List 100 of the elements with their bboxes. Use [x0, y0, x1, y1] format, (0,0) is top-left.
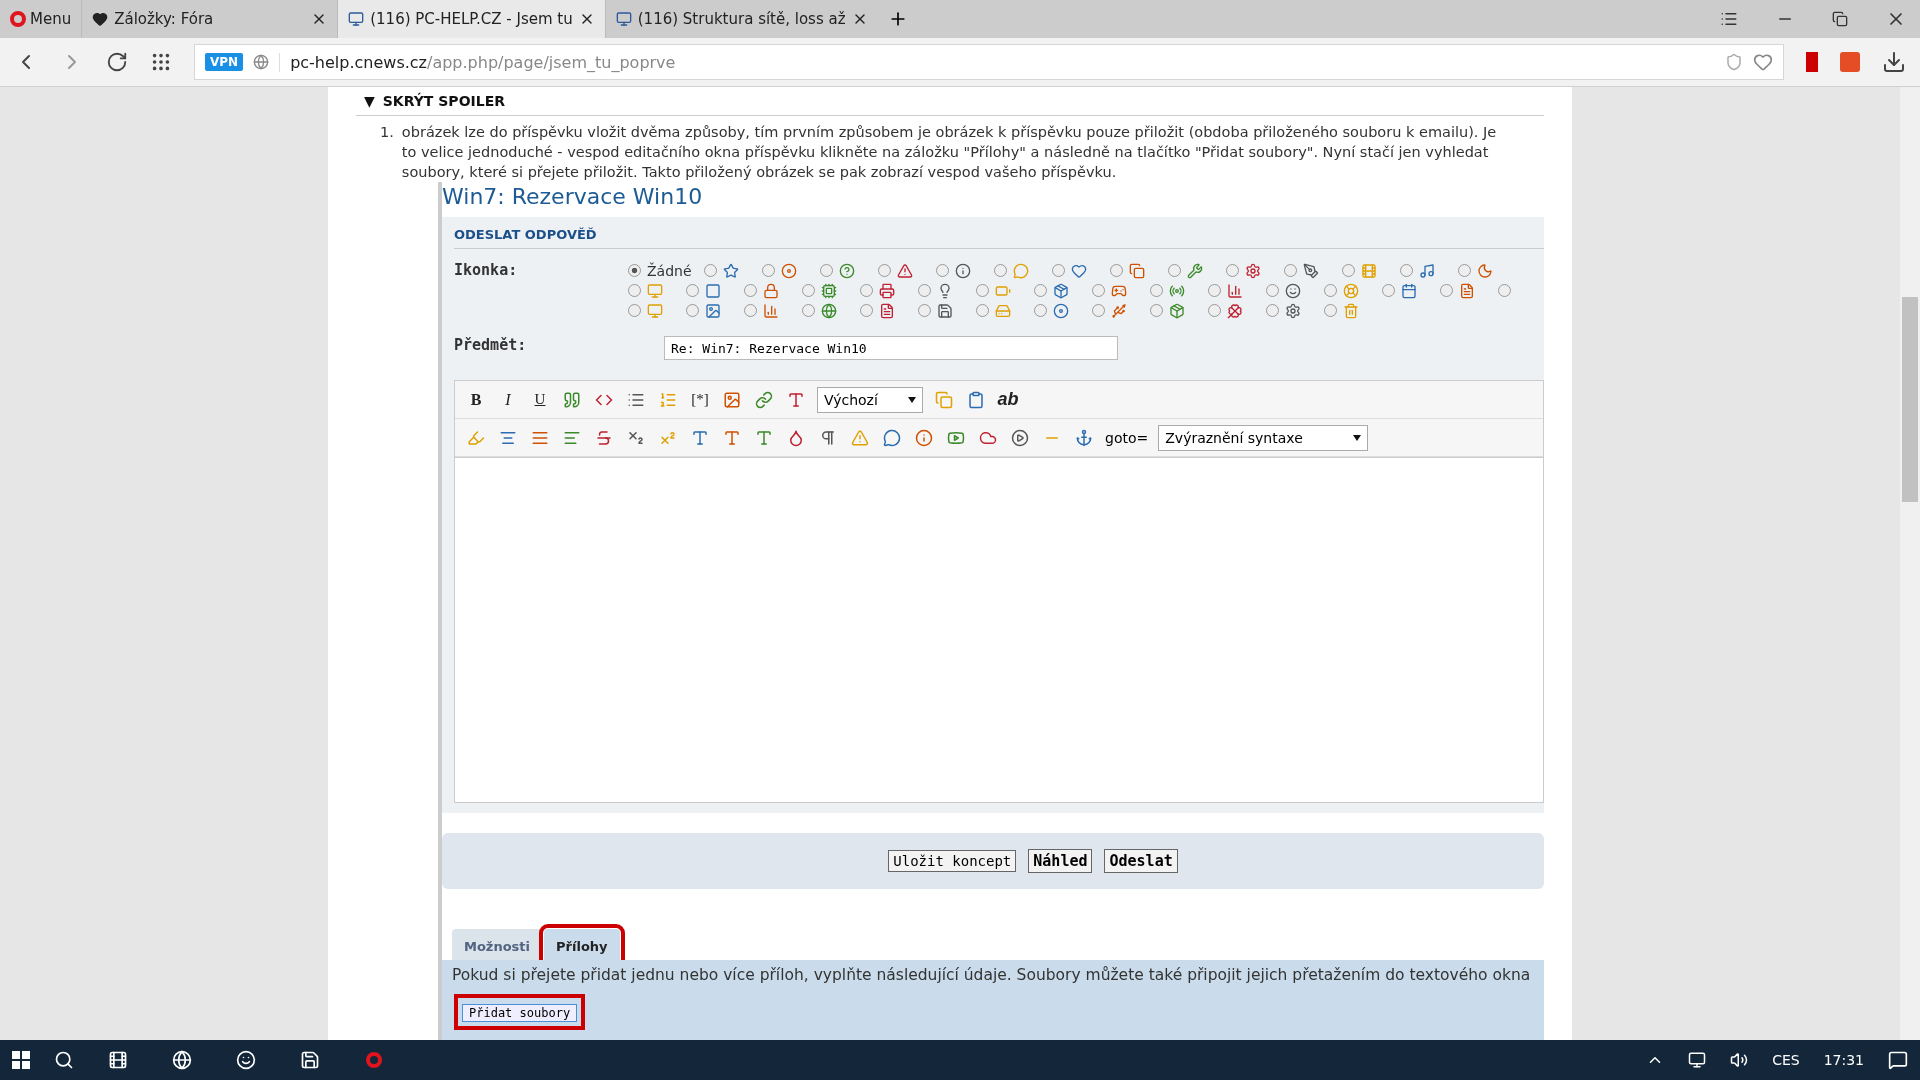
format-button[interactable]: U: [529, 388, 551, 411]
browser-icon[interactable]: [366, 1052, 382, 1068]
radio-button[interactable]: [761, 264, 775, 277]
radio-button[interactable]: [1266, 304, 1279, 317]
restore-icon[interactable]: [1832, 11, 1848, 27]
emoticon-icon: [896, 262, 913, 279]
radio-button[interactable]: [802, 304, 815, 317]
submit-button[interactable]: Uložit koncept: [888, 850, 1017, 872]
dropdown[interactable]: Výchozí: [817, 386, 923, 413]
shield-icon[interactable]: [1725, 53, 1743, 71]
radio-button[interactable]: [1092, 284, 1105, 297]
windows-logo-icon[interactable]: [12, 1051, 30, 1069]
html5-icon[interactable]: [1840, 52, 1860, 72]
emoticon-icon: [1343, 302, 1359, 319]
radio-button[interactable]: [1341, 264, 1355, 277]
monitor-icon: [615, 11, 632, 27]
submit-button[interactable]: Odeslat: [1104, 849, 1178, 873]
radio-button[interactable]: [1440, 284, 1453, 297]
radio-button[interactable]: [1324, 304, 1337, 317]
volume-icon[interactable]: [1730, 1051, 1749, 1069]
emoticon-icon: [954, 262, 971, 279]
app-icon[interactable]: [300, 1050, 320, 1070]
network-icon[interactable]: [1688, 1051, 1707, 1069]
emoticon-icon: [879, 302, 895, 319]
radio-button[interactable]: [1208, 304, 1221, 317]
radio-button[interactable]: [860, 304, 873, 317]
emoticon-icon: [1053, 302, 1069, 319]
radio-button[interactable]: [1266, 284, 1279, 297]
toggle-arrow[interactable]: ▼: [364, 93, 375, 109]
emoticon-icon: [838, 262, 855, 279]
radio-button[interactable]: [1167, 264, 1181, 277]
radio-button[interactable]: [703, 264, 717, 277]
browser-tab[interactable]: (116) PC-HELP.CZ - Jsem tu: [337, 0, 605, 38]
app-icon[interactable]: [108, 1050, 128, 1070]
radio-button[interactable]: [686, 304, 699, 317]
emoticon-icon: [821, 282, 837, 299]
dropdown[interactable]: Zvýraznění syntaxe: [1158, 424, 1369, 451]
grid-icon[interactable]: [150, 51, 172, 73]
format-button[interactable]: [*]: [689, 388, 711, 411]
radio-button[interactable]: [993, 264, 1007, 277]
reload-icon[interactable]: [106, 51, 128, 73]
heart-icon[interactable]: [1753, 52, 1773, 72]
menu-button[interactable]: Menu: [0, 0, 82, 38]
scrollbar[interactable]: [1900, 87, 1920, 1040]
radio-button[interactable]: [935, 264, 949, 277]
emoticon-icon: [1128, 262, 1145, 279]
radio-button[interactable]: [877, 264, 891, 277]
add-files-button[interactable]: Přidat soubory: [462, 1004, 578, 1022]
radio-button[interactable]: [918, 304, 931, 317]
radio-button[interactable]: [1051, 264, 1065, 277]
radio-button[interactable]: [1109, 264, 1123, 277]
tab-menu-icon[interactable]: [1720, 10, 1738, 28]
download-icon[interactable]: [1882, 50, 1906, 74]
radio-button[interactable]: [1457, 264, 1471, 277]
format-button[interactable]: I: [497, 388, 519, 411]
radio-button[interactable]: [1092, 304, 1105, 317]
emoticon-icon: [1169, 302, 1185, 319]
spoiler-title[interactable]: SKRÝT SPOILER: [382, 93, 505, 109]
format-button[interactable]: B: [465, 388, 487, 411]
radio-button[interactable]: [628, 284, 641, 297]
clock[interactable]: 17:31: [1823, 1052, 1864, 1068]
caret-icon: [1353, 434, 1362, 441]
address-field[interactable]: VPN pc-help.cnews.cz/app.php/page/jsem_tu_poprve: [194, 44, 1784, 80]
radio-button[interactable]: [1399, 264, 1413, 277]
radio-button[interactable]: [1324, 284, 1337, 297]
radio-button[interactable]: [918, 284, 931, 297]
radio-button[interactable]: [1225, 264, 1239, 277]
radio-button[interactable]: [802, 284, 815, 297]
radio-button[interactable]: [1150, 304, 1163, 317]
subject-field[interactable]: Re: Win7: Rezervace Win10: [664, 336, 1118, 360]
monitor-icon: [348, 11, 365, 27]
app-icon[interactable]: [172, 1050, 192, 1070]
emoticon-icon: [879, 282, 895, 299]
radio-button[interactable]: [976, 304, 989, 317]
notification-icon[interactable]: [1888, 1050, 1908, 1070]
radio-button[interactable]: [628, 264, 641, 277]
radio-button[interactable]: [1382, 284, 1395, 297]
emoticon-icon: [780, 262, 797, 279]
search-icon[interactable]: [54, 1050, 74, 1070]
radio-button[interactable]: [976, 284, 989, 297]
submit-button[interactable]: Náhled: [1028, 849, 1093, 873]
radio-button[interactable]: [1208, 284, 1221, 297]
radio-button[interactable]: [819, 264, 833, 277]
radio-button[interactable]: [1034, 284, 1047, 297]
field-label: Ikonka:: [454, 261, 519, 281]
radio-button[interactable]: [744, 284, 757, 297]
emoticon-icon: [1070, 262, 1087, 279]
radio-button[interactable]: [1034, 304, 1047, 317]
radio-button[interactable]: [744, 304, 757, 317]
field-label: Předmět:: [454, 336, 528, 356]
radio-button[interactable]: [1150, 284, 1163, 297]
radio-button[interactable]: [686, 284, 699, 297]
radio-button[interactable]: [628, 304, 641, 317]
radio-button[interactable]: [860, 284, 873, 297]
post-title: Win7: Rezervace Win10: [442, 183, 704, 211]
radio-button[interactable]: [1283, 264, 1297, 277]
language-indicator[interactable]: CES: [1772, 1052, 1800, 1068]
app-icon[interactable]: [236, 1050, 256, 1070]
format-button[interactable]: ab: [997, 388, 1019, 411]
radio-button[interactable]: [1498, 284, 1511, 297]
